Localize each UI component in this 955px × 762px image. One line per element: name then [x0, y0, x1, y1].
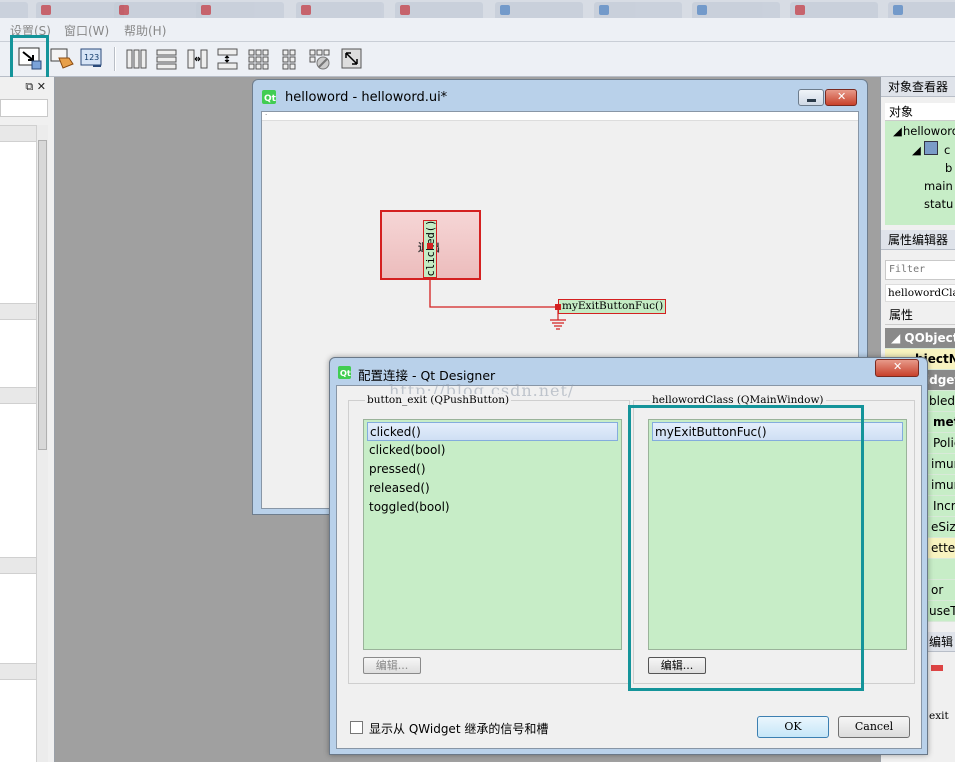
- qt-logo-icon: Qt: [262, 90, 277, 107]
- widget-scrollbar[interactable]: [36, 125, 48, 762]
- minimize-button[interactable]: [798, 89, 824, 106]
- signal-item[interactable]: released(): [367, 479, 618, 498]
- layout-vertical-icon[interactable]: [154, 46, 180, 72]
- signal-item[interactable]: clicked(): [367, 422, 618, 441]
- widget-list: [0, 125, 36, 762]
- scrollbar-thumb[interactable]: [38, 140, 47, 450]
- toolbar-separator: [114, 47, 116, 71]
- connection-sender-text: exit: [929, 710, 949, 722]
- break-layout-icon[interactable]: [307, 46, 333, 72]
- widget-filter-input[interactable]: [0, 99, 48, 117]
- layout-grid-icon[interactable]: [246, 46, 272, 72]
- tree-expand-icon[interactable]: ◢: [912, 143, 921, 157]
- tree-expand-icon[interactable]: ◢: [893, 124, 902, 138]
- svg-text:123: 123: [84, 53, 99, 62]
- tree-item[interactable]: c: [944, 143, 950, 157]
- edit-buddies-icon[interactable]: [49, 46, 75, 72]
- signal-item[interactable]: pressed(): [367, 460, 618, 479]
- form-window-title: helloword - helloword.ui*: [285, 90, 448, 105]
- widget-category[interactable]: [0, 387, 36, 404]
- close-button[interactable]: ✕: [825, 89, 857, 106]
- menu-help[interactable]: 帮助(H): [124, 22, 166, 39]
- central-widget-icon: [924, 141, 938, 155]
- inherited-label: 显示从 QWidget 继承的信号和槽: [369, 722, 549, 736]
- dialog-close-button[interactable]: ✕: [875, 359, 919, 377]
- browser-tab[interactable]: [888, 2, 955, 18]
- property-label: QObject: [904, 331, 955, 345]
- widget-category[interactable]: [0, 303, 36, 320]
- browser-tab-strip: [0, 0, 955, 18]
- cancel-button[interactable]: Cancel: [838, 716, 910, 738]
- browser-tab[interactable]: [594, 2, 682, 18]
- form-menubar[interactable]: ·: [262, 112, 858, 121]
- sender-group: button_exit (QPushButton) clicked() clic…: [348, 394, 630, 684]
- layout-horizontal-icon[interactable]: [124, 46, 150, 72]
- browser-tab[interactable]: [196, 2, 284, 18]
- property-class-line: hellowordClass: [885, 284, 955, 302]
- widget-category[interactable]: [0, 663, 36, 680]
- layout-v-splitter-icon[interactable]: [215, 46, 241, 72]
- browser-tab[interactable]: [114, 2, 202, 18]
- widget-box-dock: ⧉ ✕: [0, 77, 55, 762]
- signal-item[interactable]: clicked(bool): [367, 441, 618, 460]
- svg-text:Qt: Qt: [340, 368, 351, 378]
- object-inspector-title: 对象查看器: [881, 77, 955, 97]
- menu-window[interactable]: 窗口(W): [64, 22, 109, 39]
- tree-item[interactable]: helloword: [903, 124, 955, 138]
- menu-bar: 设置(S) 窗口(W) 帮助(H): [0, 18, 955, 42]
- tree-item[interactable]: main: [924, 179, 953, 193]
- browser-tab[interactable]: [395, 2, 483, 18]
- object-tree: ◢ helloword ◢ c b main statu: [885, 121, 955, 225]
- property-editor-title: 属性编辑器: [881, 230, 955, 250]
- browser-tab[interactable]: [790, 2, 878, 18]
- layout-h-splitter-icon[interactable]: [185, 46, 211, 72]
- property-group[interactable]: ◢ QObject: [885, 328, 955, 349]
- slot-label: myExitButtonFuc(): [558, 299, 666, 314]
- browser-tab[interactable]: [495, 2, 583, 18]
- widget-category[interactable]: [0, 557, 36, 574]
- tree-item[interactable]: b: [945, 161, 952, 175]
- qt-logo-icon: Qt: [338, 366, 351, 382]
- browser-tab[interactable]: [692, 2, 780, 18]
- sender-group-title: button_exit (QPushButton): [365, 394, 512, 406]
- signal-text: clicked(): [425, 219, 437, 277]
- signal-list[interactable]: clicked() clicked(bool) pressed() releas…: [363, 419, 622, 650]
- layout-form-icon[interactable]: [277, 46, 303, 72]
- property-filter-input[interactable]: Filter: [885, 260, 955, 280]
- browser-tab[interactable]: [0, 2, 28, 18]
- tree-item[interactable]: statu: [924, 197, 953, 211]
- ok-button[interactable]: OK: [757, 716, 829, 738]
- signal-item[interactable]: toggled(bool): [367, 498, 618, 517]
- svg-text:Qt: Qt: [264, 94, 276, 104]
- remove-connection-icon[interactable]: [931, 665, 943, 671]
- edit-tab-order-icon[interactable]: 123: [79, 46, 105, 72]
- browser-tab[interactable]: [296, 2, 384, 18]
- adjust-size-icon[interactable]: [339, 46, 365, 72]
- browser-tab[interactable]: [36, 2, 124, 18]
- widget-category[interactable]: [0, 125, 36, 142]
- property-column-header: 属性: [885, 305, 955, 325]
- highlight-annotation: [628, 405, 864, 691]
- edit-signals-button[interactable]: 编辑...: [363, 657, 421, 674]
- inherited-checkbox[interactable]: [350, 721, 363, 734]
- object-column-header: 对象: [885, 103, 955, 121]
- toolbar: 123: [0, 42, 955, 77]
- signal-label: clicked(): [423, 220, 437, 278]
- dock-float-close-icon[interactable]: ⧉ ✕: [25, 80, 46, 94]
